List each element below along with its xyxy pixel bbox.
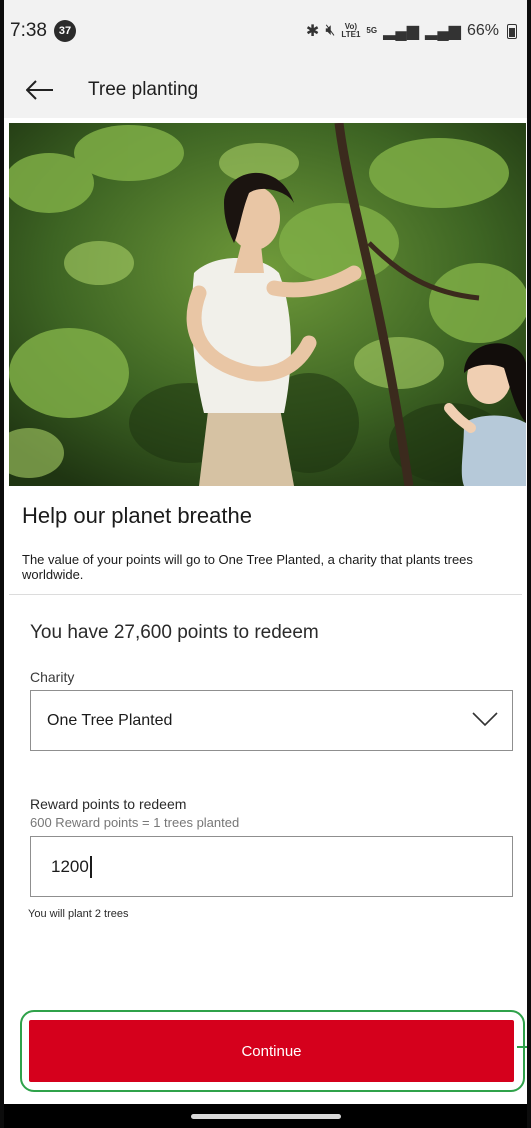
trees-result-text: You will plant 2 trees [28,908,129,920]
status-bar: 7:38 37 ✱ 🔇︎ Vo) LTE1 5G ▂▄▆ ▂▄▆ 66% [4,0,527,62]
app-bar: Tree planting [4,62,527,118]
lte-text: LTE1 [341,30,361,39]
points-amount-value: 1200 [51,856,89,876]
status-icons: ✱ 🔇︎ Vo) LTE1 5G ▂▄▆ ▂▄▆ 66% [306,21,517,41]
mute-icon: 🔇︎ [325,22,336,39]
headline: Help our planet breathe [22,503,252,528]
bluetooth-icon: ✱ [305,23,320,40]
highlight-connector [517,1046,527,1048]
section-divider [9,594,522,595]
volte-indicator: Vo) LTE1 [341,23,360,39]
points-amount-input[interactable]: 1200 [30,836,513,897]
back-button[interactable] [8,62,72,118]
system-nav-bar [4,1104,527,1128]
charity-label: Charity [30,669,75,685]
page-title: Tree planting [88,79,199,100]
tree-planting-photo [9,123,526,486]
redeem-label: Reward points to redeem [30,796,187,812]
conversion-rate-text: 600 Reward points = 1 trees planted [30,815,240,830]
continue-button[interactable]: Continue [29,1020,514,1082]
signal-2-icon: ▂▄▆ [425,23,461,40]
charity-value: One Tree Planted [47,711,173,729]
text-cursor [89,855,92,878]
charity-select[interactable]: One Tree Planted [30,690,513,751]
signal-icon: ▂▄▆ [383,23,420,40]
battery-percent: 66% [466,22,499,39]
intro-text: The value of your points will go to One … [22,552,473,582]
points-balance: You have 27,600 points to redeem [30,622,319,643]
notification-badge: 37 [53,20,76,42]
phone-screen: 7:38 37 ✱ 🔇︎ Vo) LTE1 5G ▂▄▆ ▂▄▆ 66% Tre… [0,0,531,1128]
chevron-down-icon [472,712,498,727]
home-gesture-handle[interactable] [190,1113,341,1119]
status-time: 7:38 [10,20,47,41]
arrow-left-icon [26,80,53,100]
network-5g-indicator: 5G [366,26,378,35]
battery-icon [507,23,517,39]
hero-image [9,123,526,486]
